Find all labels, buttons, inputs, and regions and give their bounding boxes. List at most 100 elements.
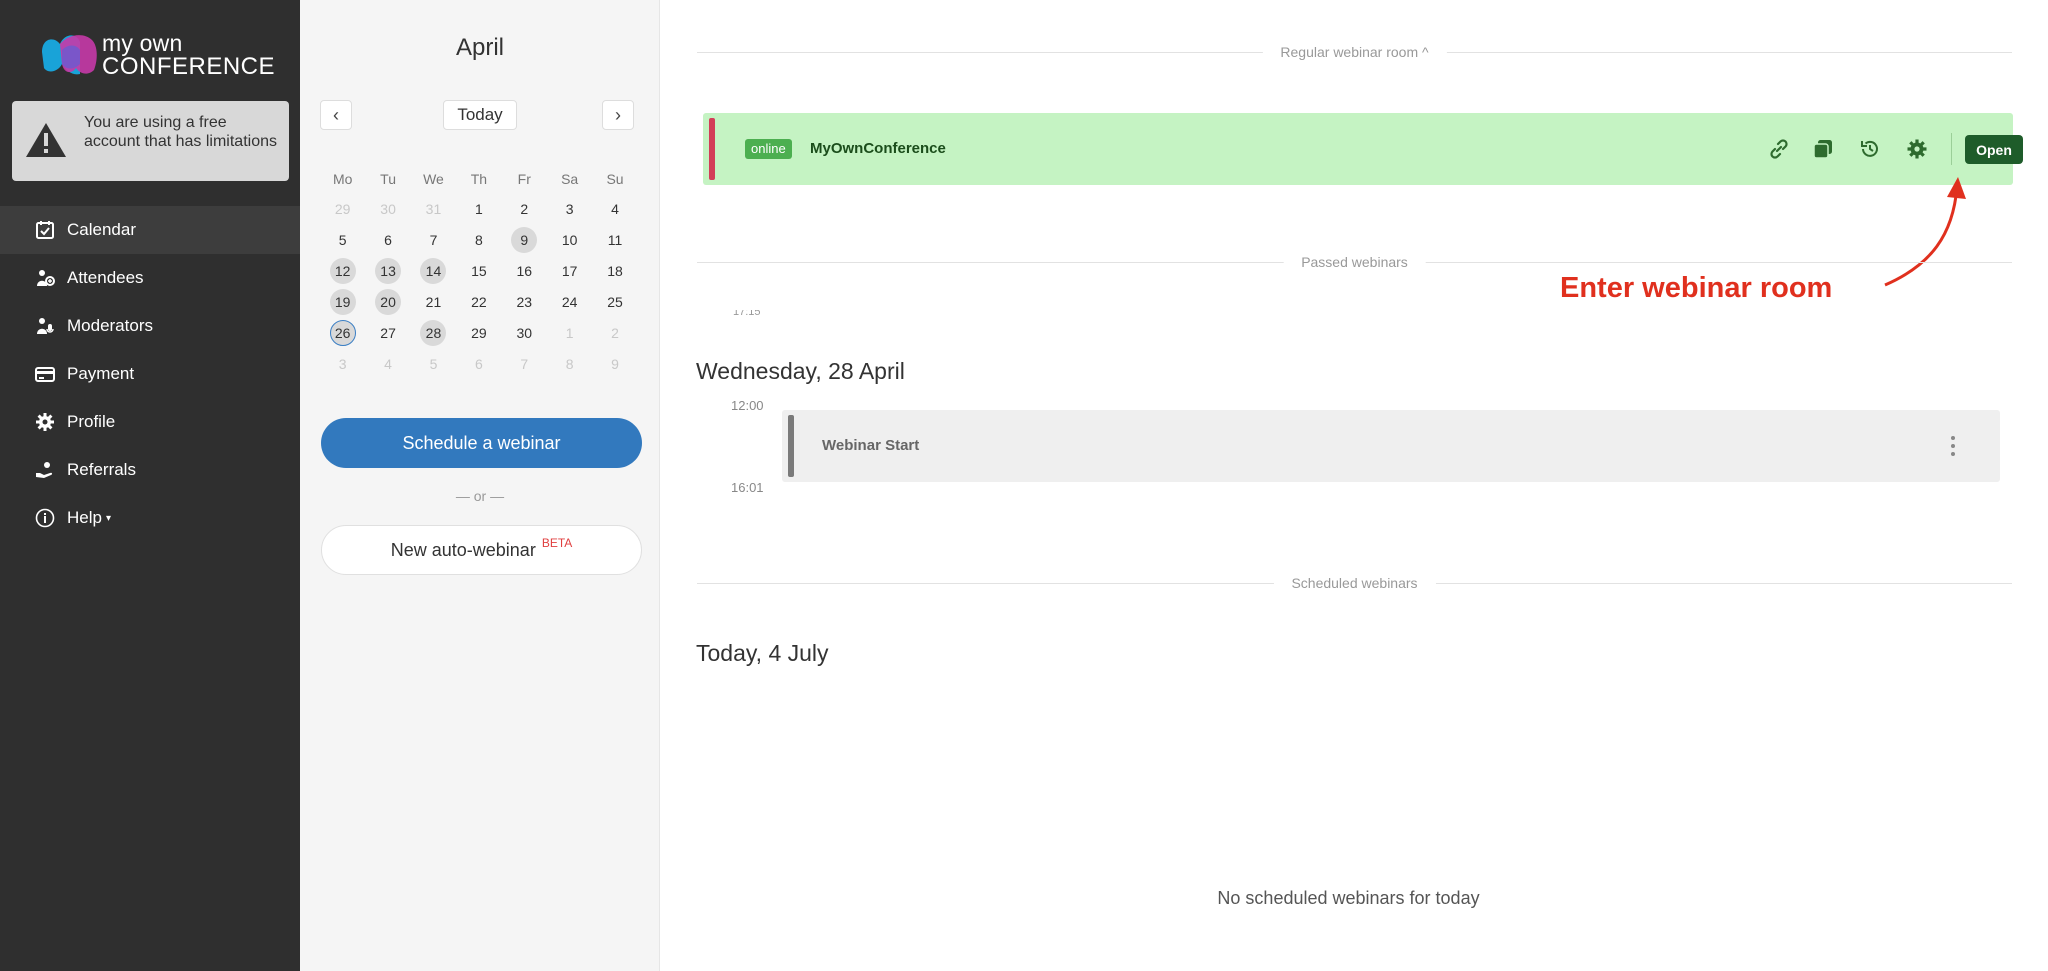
calendar-day[interactable]: 9 xyxy=(502,224,547,255)
calendar-day-number: 6 xyxy=(474,355,483,372)
sidebar-item-profile[interactable]: Profile xyxy=(0,398,300,446)
passed-webinar-event[interactable]: Webinar Start xyxy=(782,410,2000,482)
calendar-day[interactable]: 5 xyxy=(320,224,365,255)
today-button[interactable]: Today xyxy=(443,100,517,130)
calendar-day[interactable]: 4 xyxy=(592,193,637,224)
calendar-day-number: 9 xyxy=(511,226,538,253)
sidebar-item-attendees[interactable]: Attendees xyxy=(0,254,300,302)
calendar-day[interactable]: 18 xyxy=(592,255,637,286)
regular-room-toggle[interactable]: Regular webinar room ^ xyxy=(1262,42,1447,62)
calendar-day-number: 6 xyxy=(384,231,392,248)
sidebar-item-help[interactable]: Help ▾ xyxy=(0,494,300,542)
calendar-day[interactable]: 29 xyxy=(320,193,365,224)
calendar-day-number: 14 xyxy=(420,257,447,284)
calendar-day[interactable]: 31 xyxy=(411,193,456,224)
weekday-label: We xyxy=(423,171,444,187)
calendar-day[interactable]: 1 xyxy=(456,193,501,224)
calendar-day[interactable]: 26 xyxy=(320,317,365,348)
online-status-badge: online xyxy=(745,139,792,159)
calendar-day[interactable]: 23 xyxy=(502,286,547,317)
next-month-button[interactable]: › xyxy=(602,100,634,130)
free-account-warning: You are using a free account that has li… xyxy=(12,101,289,181)
calendar-day[interactable]: 1 xyxy=(547,317,592,348)
sidebar-item-label: Referrals xyxy=(67,460,136,479)
room-actions-divider xyxy=(1951,133,1952,165)
calendar-day[interactable]: 13 xyxy=(365,255,410,286)
calendar-day[interactable]: 17 xyxy=(547,255,592,286)
calendar-day[interactable]: 5 xyxy=(411,348,456,379)
calendar-day-number: 1 xyxy=(474,200,483,217)
gear-icon xyxy=(34,411,56,433)
calendar-check-icon xyxy=(34,219,56,241)
calendar-day[interactable]: 8 xyxy=(547,348,592,379)
calendar-day[interactable]: 30 xyxy=(502,317,547,348)
calendar-day-number: 29 xyxy=(334,200,351,217)
sidebar-item-referrals[interactable]: Referrals xyxy=(0,446,300,494)
calendar-day[interactable]: 2 xyxy=(592,317,637,348)
calendar-day[interactable]: 6 xyxy=(365,224,410,255)
open-room-button[interactable]: Open xyxy=(1965,135,2023,164)
calendar-day[interactable]: 20 xyxy=(365,286,410,317)
calendar-day-number: 3 xyxy=(338,355,347,372)
cut-off-time-label: 17:15 xyxy=(733,310,761,318)
calendar-day[interactable]: 25 xyxy=(592,286,637,317)
calendar-day[interactable]: 29 xyxy=(456,317,501,348)
calendar-day[interactable]: 30 xyxy=(365,193,410,224)
event-title: Webinar Start xyxy=(822,437,920,454)
calendar-day[interactable]: 22 xyxy=(456,286,501,317)
calendar-day[interactable]: 2 xyxy=(502,193,547,224)
event-end-time: 16:01 xyxy=(731,480,764,495)
calendar-day-number: 26 xyxy=(329,319,356,346)
schedule-webinar-button[interactable]: Schedule a webinar xyxy=(321,418,642,468)
calendar-day[interactable]: 4 xyxy=(365,348,410,379)
calendar-day[interactable]: 3 xyxy=(320,348,365,379)
calendar-day-number: 23 xyxy=(516,293,533,310)
new-auto-webinar-button[interactable]: New auto-webinar BETA xyxy=(321,525,642,575)
calendar-day[interactable]: 11 xyxy=(592,224,637,255)
prev-month-button[interactable]: ‹ xyxy=(320,100,352,130)
brand-wordmark: my own CONFERENCE xyxy=(102,32,275,79)
calendar-day[interactable]: 28 xyxy=(411,317,456,348)
calendar-day-number: 27 xyxy=(380,324,396,341)
sidebar-item-label: Moderators xyxy=(67,316,153,335)
history-icon[interactable] xyxy=(1858,137,1882,161)
calendar-day[interactable]: 14 xyxy=(411,255,456,286)
warning-triangle-icon xyxy=(26,123,66,157)
calendar-day[interactable]: 9 xyxy=(592,348,637,379)
calendar-day[interactable]: 19 xyxy=(320,286,365,317)
sidebar-item-label: Payment xyxy=(67,364,135,383)
copy-room-icon[interactable] xyxy=(1811,137,1835,161)
weekday-label: Tu xyxy=(380,171,396,187)
brand-logo[interactable]: my own CONFERENCE xyxy=(40,30,275,82)
sidebar-item-calendar[interactable]: Calendar xyxy=(0,206,300,254)
calendar-day[interactable]: 24 xyxy=(547,286,592,317)
calendar-week-row: 29 30 31 1 2 3 4 xyxy=(320,193,638,224)
calendar-day[interactable]: 16 xyxy=(502,255,547,286)
calendar-day-number: 8 xyxy=(474,231,483,248)
calendar-day[interactable]: 15 xyxy=(456,255,501,286)
calendar-day[interactable]: 10 xyxy=(547,224,592,255)
calendar-day-number: 15 xyxy=(471,262,487,279)
calendar-day-number: 7 xyxy=(429,231,438,248)
calendar-day-number: 28 xyxy=(420,319,447,346)
kebab-menu-icon[interactable] xyxy=(1947,434,1959,458)
sidebar-item-payment[interactable]: Payment xyxy=(0,350,300,398)
calendar-day[interactable]: 12 xyxy=(320,255,365,286)
sidebar-item-label: Calendar xyxy=(67,220,136,239)
calendar-day[interactable]: 6 xyxy=(456,348,501,379)
copy-link-icon[interactable] xyxy=(1767,137,1791,161)
calendar-day[interactable]: 8 xyxy=(456,224,501,255)
calendar-day[interactable]: 7 xyxy=(502,348,547,379)
calendar-day[interactable]: 21 xyxy=(411,286,456,317)
calendar-day[interactable]: 3 xyxy=(547,193,592,224)
sidebar-item-label: Attendees xyxy=(67,268,144,287)
main-content: Regular webinar room ^ online MyOwnConfe… xyxy=(661,0,2048,971)
calendar-day[interactable]: 27 xyxy=(365,317,410,348)
sidebar-item-moderators[interactable]: Moderators xyxy=(0,302,300,350)
room-settings-gear-icon[interactable] xyxy=(1905,137,1929,161)
section-scheduled-webinars: Scheduled webinars xyxy=(697,573,2012,593)
annotation-arrow-icon xyxy=(1884,177,1966,287)
calendar-day-number: 4 xyxy=(384,355,392,372)
calendar-day-number: 18 xyxy=(607,262,623,279)
calendar-day[interactable]: 7 xyxy=(411,224,456,255)
